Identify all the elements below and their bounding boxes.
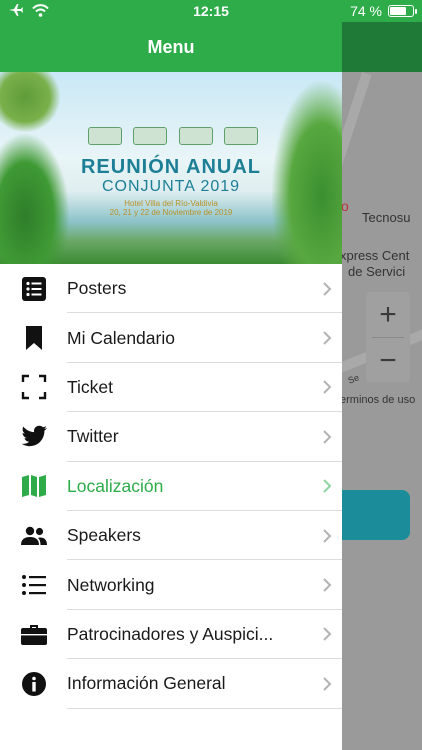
chevron-right-icon [312, 528, 342, 544]
info-icon [0, 671, 67, 697]
menu-item-localizacion[interactable]: Localización [0, 462, 342, 512]
status-bar: 12:15 74 % [0, 0, 422, 22]
background-nav-bar [342, 22, 422, 72]
scan-frame-icon [0, 374, 67, 400]
map-view[interactable] [342, 72, 422, 750]
banner-dates: 20, 21 y 22 de Noviembre de 2019 [109, 208, 233, 217]
chevron-right-icon [312, 577, 342, 593]
menu-item-label: Patrocinadores y Auspici... [67, 623, 274, 644]
zoom-in-button[interactable]: + [366, 292, 410, 337]
banner-title: REUNIÓN ANUAL [80, 156, 262, 178]
chevron-right-icon [312, 330, 342, 346]
menu-item-informacion-general[interactable]: Información General [0, 659, 342, 709]
menu-item-label: Mi Calendario [67, 327, 175, 348]
map-terms-link[interactable]: erminos de uso [342, 394, 415, 406]
people-icon [0, 526, 67, 546]
side-menu-drawer: Menu REUNIÓN ANUAL CONJUNTA 2019 Hotel V… [0, 22, 342, 750]
banner-tree [0, 72, 60, 132]
bookmark-icon [0, 325, 67, 351]
menu-item-ticket[interactable]: Ticket [0, 363, 342, 413]
menu-item-mi-calendario[interactable]: Mi Calendario [0, 313, 342, 364]
banner-subtitle: CONJUNTA 2019 [101, 178, 241, 195]
menu-item-posters[interactable]: Posters [0, 264, 342, 314]
menu-item-label: Posters [67, 278, 127, 299]
menu-item-speakers[interactable]: Speakers [0, 511, 342, 561]
chevron-right-icon [312, 429, 342, 445]
list-box-icon [0, 276, 67, 302]
menu-item-label: Twitter [67, 426, 119, 447]
zoom-control: + − [366, 292, 410, 382]
battery-fill [390, 7, 406, 15]
menu-header: Menu [0, 22, 342, 72]
briefcase-icon [0, 622, 67, 646]
twitter-bird-icon [0, 425, 67, 449]
background-screen[interactable]: o Tecnosu xpress Cent de Servici + − Se … [342, 22, 422, 750]
battery-percent: 74 % [350, 3, 382, 19]
menu-item-patrocinadores[interactable]: Patrocinadores y Auspici... [0, 610, 342, 660]
zoom-out-button[interactable]: − [366, 338, 410, 383]
society-logo [133, 127, 168, 145]
battery-icon [388, 5, 417, 17]
chevron-right-icon [312, 626, 342, 642]
society-logo [223, 127, 258, 145]
menu-item-networking[interactable]: Networking [0, 560, 342, 611]
menu-list: Posters Mi Calendario Ticket Twitter Loc… [0, 264, 342, 709]
map-label: de Servici [348, 264, 406, 279]
map-marker: o [342, 198, 349, 214]
menu-item-label: Speakers [67, 525, 141, 546]
event-banner: REUNIÓN ANUAL CONJUNTA 2019 Hotel Villa … [0, 72, 342, 264]
chevron-right-icon [312, 676, 342, 692]
map-label: Tecnosu [362, 210, 411, 225]
menu-item-label: Networking [67, 574, 155, 595]
chevron-right-icon [312, 478, 342, 494]
background-action-button[interactable] [342, 490, 410, 540]
sponsor-logos [88, 124, 258, 148]
society-logo [178, 127, 213, 145]
map-icon [0, 474, 67, 498]
menu-item-label: Ticket [67, 376, 114, 397]
menu-item-twitter[interactable]: Twitter [0, 412, 342, 462]
map-label: xpress Cent [342, 248, 410, 263]
bulleted-list-icon [0, 574, 67, 596]
banner-venue: Hotel Villa del Río-Valdivia [124, 199, 218, 208]
chevron-right-icon [312, 379, 342, 395]
chevron-right-icon [312, 281, 342, 297]
menu-item-label: Localización [67, 475, 164, 496]
banner-foliage-left [0, 132, 70, 264]
society-logo [88, 127, 122, 145]
menu-item-label: Información General [67, 673, 226, 694]
menu-title: Menu [147, 36, 195, 57]
